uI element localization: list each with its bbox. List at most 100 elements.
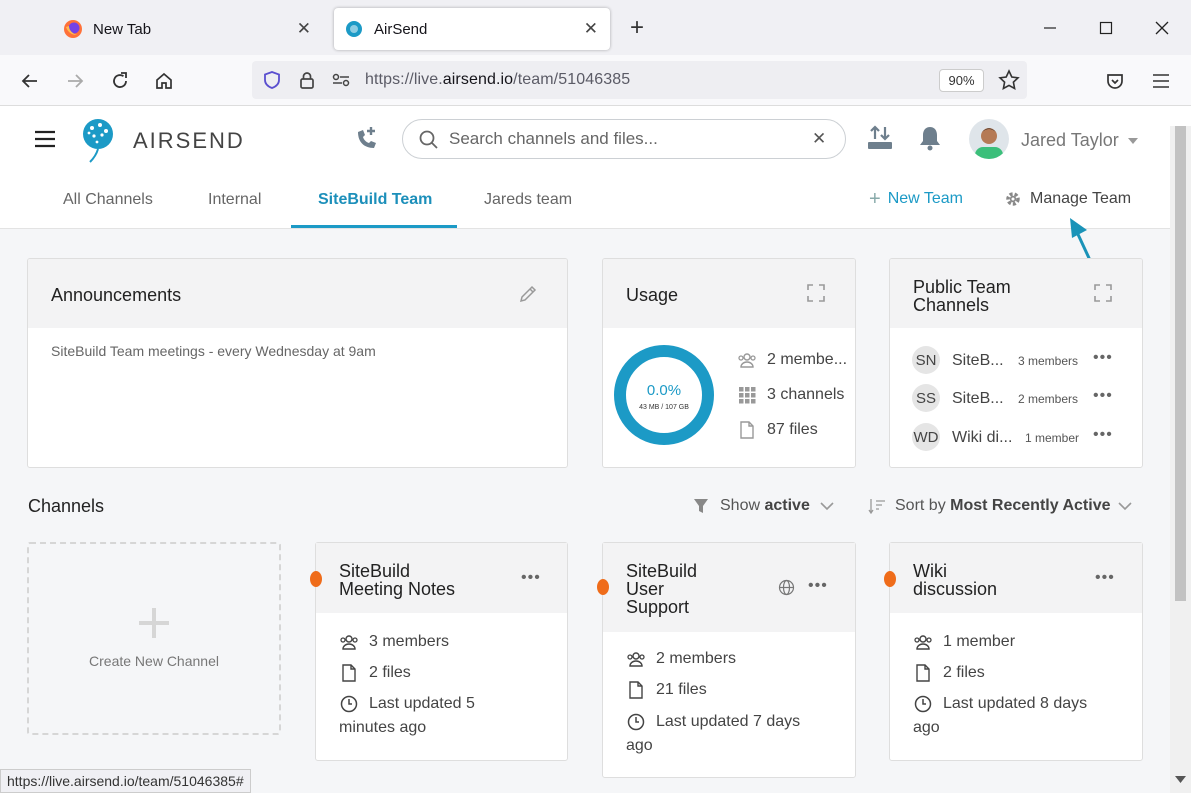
url-text[interactable]: https://live.airsend.io/team/51046385: [365, 71, 630, 89]
more-options-icon[interactable]: •••: [1093, 426, 1113, 444]
usage-percent: 0.0%: [646, 382, 682, 399]
pocket-icon[interactable]: [1101, 67, 1129, 95]
usage-members: 2 membe...: [767, 351, 848, 368]
public-channel-item[interactable]: SN SiteB... 3 members •••: [890, 346, 1142, 376]
search-box[interactable]: ✕: [402, 119, 846, 159]
public-globe-icon: [778, 579, 795, 596]
create-new-channel-tile[interactable]: Create New Channel: [27, 542, 281, 735]
search-icon: [419, 130, 438, 149]
public-channel-item[interactable]: SS SiteB... 2 members •••: [890, 384, 1142, 414]
maximize-window-icon[interactable]: [1092, 14, 1120, 42]
zoom-level-button[interactable]: 90%: [939, 69, 984, 92]
channel-updated-row: Last updated 8 days: [913, 694, 1087, 714]
close-tab-icon[interactable]: ✕: [297, 19, 311, 39]
sort-prefix: Sort by: [895, 497, 946, 514]
channels-section-title: Channels: [28, 496, 105, 516]
add-call-icon[interactable]: [352, 124, 382, 154]
announcements-title: Announcements: [51, 285, 182, 305]
upload-download-icon[interactable]: [866, 124, 894, 152]
filter-value: active: [764, 497, 810, 514]
page-scrollbar[interactable]: [1170, 126, 1191, 793]
browser-tab-airsend[interactable]: AirSend ✕: [334, 8, 610, 50]
edit-pencil-icon[interactable]: [518, 284, 538, 304]
link-status-bar: https://live.airsend.io/team/51046385#: [0, 769, 251, 793]
usage-files-row: 87 files: [737, 420, 818, 440]
close-window-icon[interactable]: [1148, 14, 1176, 42]
team-tab-all-channels[interactable]: All Channels: [63, 191, 153, 209]
channel-card[interactable]: SiteBuild User Support ••• 2 members 21 …: [597, 542, 856, 778]
user-avatar[interactable]: [969, 119, 1009, 159]
notification-bell-icon[interactable]: [917, 124, 943, 152]
public-channel-item[interactable]: WD Wiki di... 1 member •••: [890, 423, 1142, 453]
app-menu-icon[interactable]: [1147, 67, 1175, 95]
channel-title-line2: User: [626, 579, 665, 599]
team-tab-internal[interactable]: Internal: [208, 191, 261, 209]
search-input[interactable]: [449, 129, 799, 149]
channel-card[interactable]: Wiki discussion ••• 1 member 2 files Las…: [884, 542, 1143, 761]
channel-title-line2: Meeting Notes: [339, 579, 456, 599]
more-options-icon[interactable]: •••: [1095, 569, 1115, 587]
unread-indicator: [597, 579, 609, 595]
channel-files-row: 2 files: [913, 663, 985, 683]
create-new-channel-label: Create New Channel: [89, 653, 219, 669]
public-team-channels-card: Public Team Channels SN SiteB... 3 membe…: [889, 258, 1143, 468]
sort-dropdown[interactable]: Sort by Most Recently Active: [868, 497, 1133, 515]
team-tab-jareds-team[interactable]: Jareds team: [484, 191, 572, 209]
back-arrow-icon[interactable]: [16, 67, 44, 95]
card-header: Announcements: [28, 259, 567, 328]
channel-initials-avatar: WD: [912, 423, 940, 451]
lock-icon[interactable]: [297, 70, 317, 90]
usage-title: Usage: [626, 285, 679, 305]
expand-icon[interactable]: [807, 284, 825, 302]
clear-search-icon[interactable]: ✕: [812, 129, 826, 149]
channel-updated-line2: minutes ago: [339, 719, 427, 736]
channel-files-row: 2 files: [339, 663, 411, 683]
tracking-protection-shield-icon[interactable]: [262, 70, 282, 90]
team-tab-sitebuild-team[interactable]: SiteBuild Team: [318, 191, 432, 209]
scroll-down-arrow-icon[interactable]: [1175, 776, 1186, 784]
manage-team-button[interactable]: Manage Team: [1004, 190, 1131, 208]
firefox-icon: [64, 20, 82, 38]
more-options-icon[interactable]: •••: [521, 569, 541, 587]
bookmark-star-icon[interactable]: [998, 69, 1020, 91]
channel-updated-row: Last updated 7 days: [626, 712, 800, 732]
channel-members: 2 members: [656, 650, 737, 667]
hamburger-menu-icon[interactable]: [34, 129, 56, 154]
browser-tab-new-tab[interactable]: New Tab ✕: [55, 8, 323, 50]
channel-card[interactable]: SiteBuild Meeting Notes ••• 3 members 2 …: [310, 542, 568, 761]
channel-updated-line1: Last updated 7 days: [656, 713, 801, 730]
channel-files: 21 files: [656, 681, 707, 698]
forward-arrow-icon[interactable]: [61, 67, 89, 95]
channel-initials-avatar: SS: [912, 384, 940, 412]
new-team-button[interactable]: + New Team: [869, 189, 963, 209]
plus-icon: [139, 608, 169, 638]
new-tab-plus-icon[interactable]: +: [623, 14, 651, 42]
chevron-down-icon: [1118, 502, 1133, 511]
usage-card: Usage 0.0% 43 MB / 107 GB 2 membe... 3 c…: [602, 258, 856, 468]
airsend-logo-icon[interactable]: [80, 116, 116, 164]
user-menu-caret-icon[interactable]: [1128, 138, 1138, 144]
members-icon: [738, 353, 756, 368]
gear-icon: [1006, 192, 1020, 206]
channel-updated-line1: Last updated 8 days: [943, 695, 1088, 712]
announcement-text: SiteBuild Team meetings - every Wednesda…: [51, 343, 376, 359]
minimize-window-icon[interactable]: [1036, 14, 1064, 42]
url-scheme: https://live.: [365, 71, 443, 88]
clock-icon: [914, 695, 932, 713]
site-permissions-icon[interactable]: [331, 70, 351, 90]
url-bar[interactable]: https://live.airsend.io/team/51046385 90…: [252, 61, 1027, 99]
public-channel-members: 1 member: [1025, 431, 1080, 445]
more-options-icon[interactable]: •••: [1093, 387, 1113, 405]
more-options-icon[interactable]: •••: [1093, 349, 1113, 367]
show-filter-dropdown[interactable]: Show active: [693, 497, 834, 515]
more-options-icon[interactable]: •••: [808, 577, 828, 595]
filter-funnel-icon: [694, 499, 708, 513]
public-channel-name: Wiki di...: [952, 429, 1013, 446]
scrollbar-thumb[interactable]: [1175, 126, 1186, 601]
expand-icon[interactable]: [1094, 284, 1112, 302]
close-tab-icon[interactable]: ✕: [584, 19, 598, 39]
home-icon[interactable]: [150, 67, 178, 95]
tab-title: AirSend: [374, 20, 428, 38]
reload-icon[interactable]: [106, 67, 134, 95]
user-name[interactable]: Jared Taylor: [1021, 130, 1119, 151]
